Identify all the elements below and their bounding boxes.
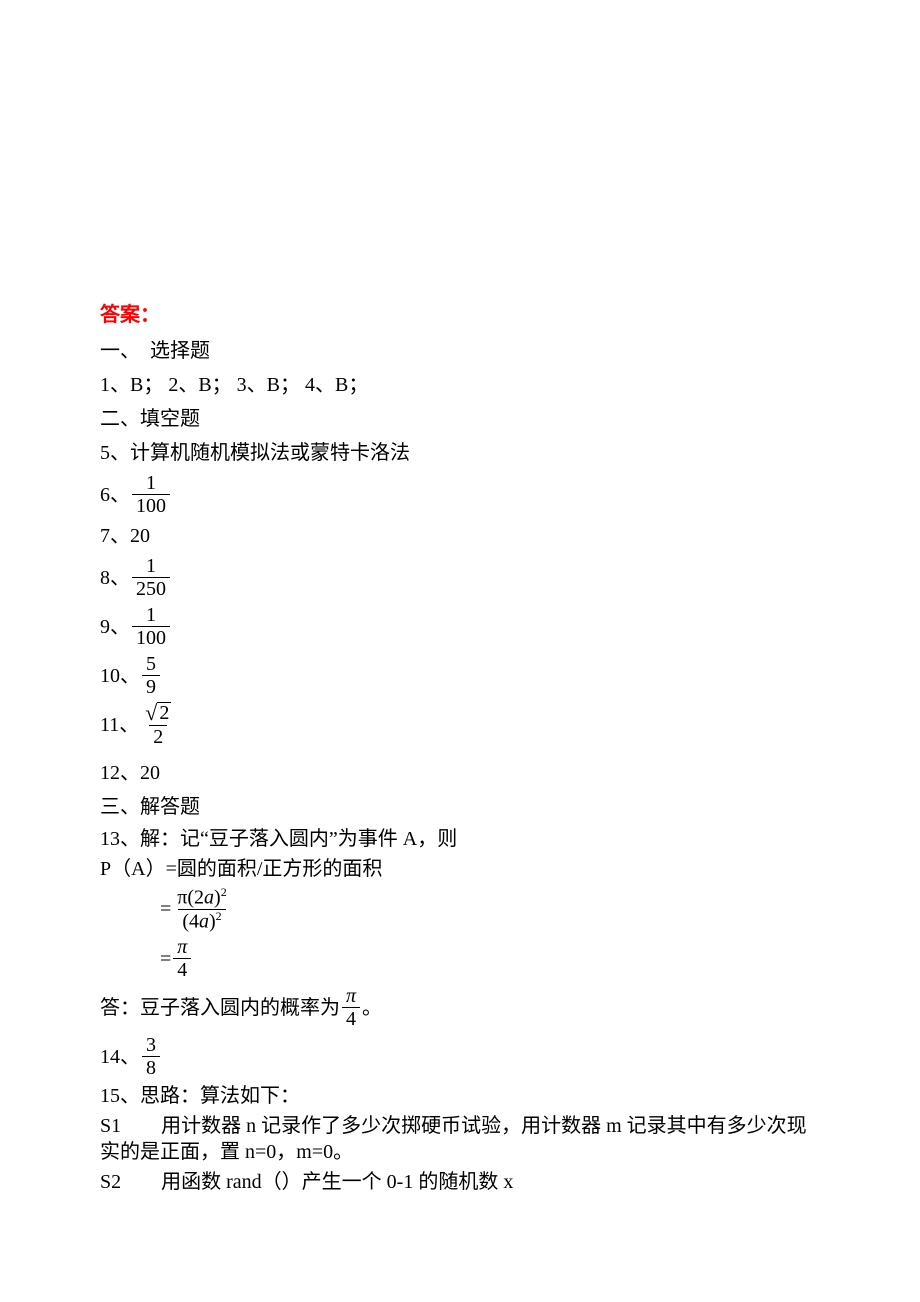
answer-11-fraction: √2 2 [141,702,175,748]
answer-13-result-num: π [342,985,360,1007]
answer-14: 14、 3 8 [100,1034,820,1079]
answer-9-den: 100 [132,626,170,649]
answer-6-fraction: 1 100 [132,472,170,517]
answer-10-prefix: 10、 [100,661,140,691]
eq1-num-left: π(2 [177,887,204,909]
answer-11-den: 2 [149,725,167,748]
answer-13-eq1-den: (4a)2 [178,909,225,933]
section2-title: 二、填空题 [100,404,820,434]
answer-6-num: 1 [142,472,160,494]
answer-6: 6、 1 100 [100,472,820,517]
section1-title: 一、 选择题 [100,336,820,366]
answer-13-eq2-den: 4 [173,958,191,981]
answer-9-prefix: 9、 [100,612,130,642]
answer-12: 12、20 [100,758,820,788]
eq1-den-right: ) [209,910,216,932]
answer-5: 5、计算机随机模拟法或蒙特卡洛法 [100,438,820,468]
answer-10-num: 5 [142,653,160,675]
answer-13-result-frac: π 4 [342,985,360,1030]
answer-15-line2: S1 用计数器 n 记录作了多少次掷硬币试验，用计数器 m 记录其中有多少次现实… [100,1113,820,1165]
eq1-num-var: a [204,887,214,909]
eq1-num-right: ) [214,887,221,909]
answer-14-prefix: 14、 [100,1042,140,1072]
answer-13-result-text: 答：豆子落入圆内的概率为 [100,993,340,1023]
answer-13-eq1-frac: π(2a)2 (4a)2 [173,886,230,932]
answer-7: 7、20 [100,521,820,551]
answer-13-eq1-num: π(2a)2 [173,886,230,909]
answer-9-fraction: 1 100 [132,604,170,649]
answer-15-line3: S2 用函数 rand（）产生一个 0-1 的随机数 x [100,1169,820,1195]
answer-13-result: 答：豆子落入圆内的概率为 π 4 。 [100,985,820,1030]
answer-10: 10、 5 9 [100,653,820,698]
answer-11-prefix: 11、 [100,710,139,740]
answers-heading: 答案： [100,300,820,330]
answer-13-line2: P（A）=圆的面积/正方形的面积 [100,856,820,882]
answer-9: 9、 1 100 [100,604,820,649]
answer-13-result-den: 4 [342,1007,360,1030]
eq1-den-var: a [199,910,209,932]
answer-13-eq2: = π 4 [100,936,820,981]
answer-11-rootval: 2 [157,702,171,723]
answer-11-num: √2 [141,702,175,725]
sqrt-icon: √2 [145,702,171,724]
section1-answers: 1、B； 2、B； 3、B； 4、B； [100,370,820,400]
answer-13-eq2-num: π [173,936,191,958]
answer-8-num: 1 [142,555,160,577]
answer-8-fraction: 1 250 [132,555,170,600]
answer-6-den: 100 [132,494,170,517]
answer-9-num: 1 [142,604,160,626]
answer-10-fraction: 5 9 [142,653,160,698]
answer-11: 11、 √2 2 [100,702,820,748]
answer-8: 8、 1 250 [100,555,820,600]
answer-15-line1: 15、思路：算法如下： [100,1083,820,1109]
answer-13-eq1: = π(2a)2 (4a)2 [100,886,820,932]
eq1-den-left: (4 [182,910,199,932]
answer-10-den: 9 [142,675,160,698]
answer-14-den: 8 [142,1056,160,1079]
answer-13-line1: 13、解：记“豆子落入圆内”为事件 A，则 [100,826,820,852]
section3-title: 三、解答题 [100,792,820,822]
answer-6-prefix: 6、 [100,480,130,510]
answer-13-result-period: 。 [362,993,382,1023]
eq-sign-2: = [160,944,171,974]
answer-8-prefix: 8、 [100,563,130,593]
answer-13-eq2-frac: π 4 [173,936,191,981]
eq-sign: = [160,894,171,924]
eq1-num-exp: 2 [221,885,227,899]
answer-14-fraction: 3 8 [142,1034,160,1079]
answer-8-den: 250 [132,577,170,600]
answer-14-num: 3 [142,1034,160,1056]
eq1-den-exp: 2 [216,909,222,923]
